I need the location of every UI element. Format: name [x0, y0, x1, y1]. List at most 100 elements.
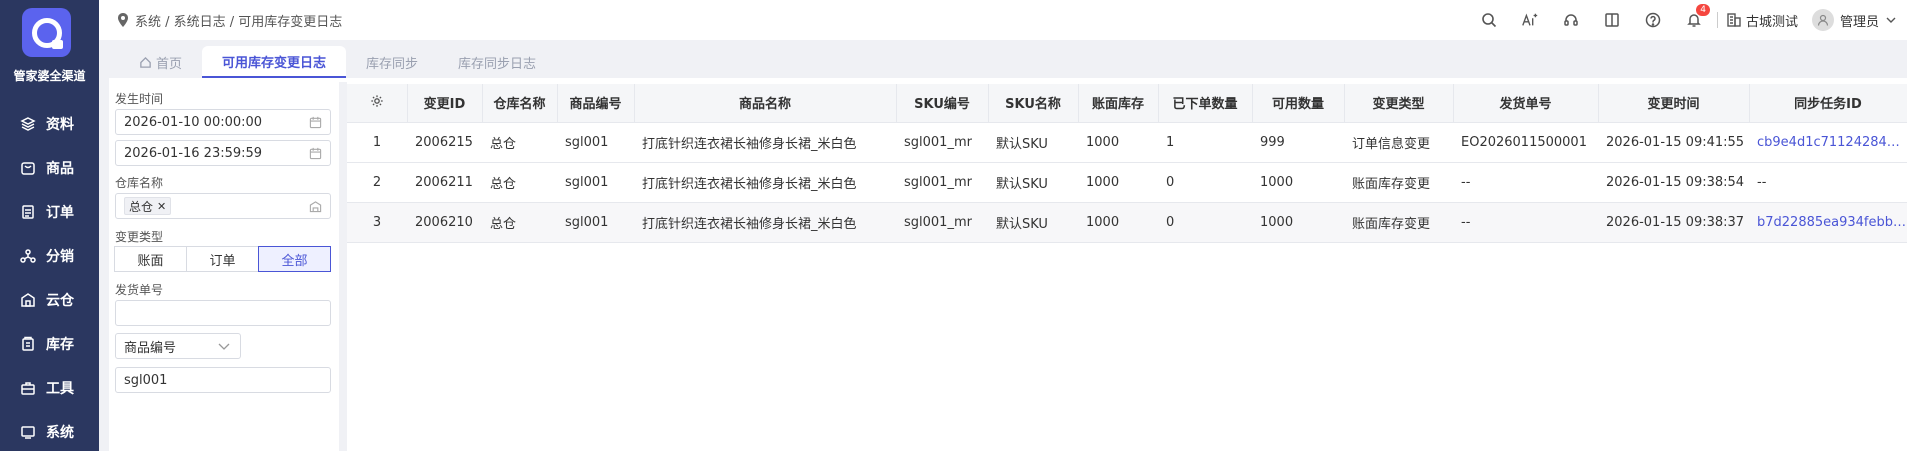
building-icon [1727, 13, 1741, 27]
product-field-value: 商品编号 [124, 340, 177, 356]
nav-item-shangpin[interactable]: 商品 [0, 146, 99, 190]
column-header[interactable]: 变更类型 [1344, 84, 1454, 123]
app-logo[interactable] [22, 8, 71, 57]
cell-product-name: 打底针织连衣裙长袖修身长裙_米白色 [634, 162, 896, 203]
warehouse-select[interactable]: 总仓 ✕ [115, 193, 331, 219]
nav-item-xitong[interactable]: 系统 [0, 410, 99, 454]
help-icon[interactable] [1644, 11, 1662, 29]
column-header[interactable]: 商品名称 [634, 84, 897, 123]
document-icon [22, 205, 34, 219]
tab-label: 首页 [156, 56, 183, 72]
avatar[interactable] [1811, 9, 1834, 31]
nav-label: 云仓 [46, 293, 74, 309]
sidebar: 管家婆全渠道 资料 商品 订单 分销 云仓 库存 工具 系统 [0, 0, 99, 451]
change-type-book[interactable]: 账面 [114, 246, 187, 272]
tab-home[interactable]: 首页 [119, 46, 202, 78]
row-index: 2 [347, 162, 407, 203]
nav-label: 资料 [46, 117, 74, 133]
tab-stock-sync-log[interactable]: 库存同步日志 [438, 46, 556, 78]
cell-ordered-qty: 1 [1158, 122, 1252, 163]
table-row[interactable]: 1 2006215 总仓 sgl001 打底针织连衣裙长袖修身长裙_米白色 sg… [347, 122, 1907, 163]
location-pin-icon [118, 13, 128, 27]
table-row[interactable]: 2 2006211 总仓 sgl001 打底针织连衣裙长袖修身长裙_米白色 sg… [347, 162, 1907, 203]
search-icon[interactable] [1480, 11, 1498, 29]
chevron-down-icon [1886, 17, 1896, 23]
column-header[interactable]: 已下单数量 [1158, 84, 1253, 123]
nav-label: 订单 [46, 205, 74, 221]
breadcrumb: 系统 / 系统日志 / 可用库存变更日志 [117, 11, 342, 30]
nav-label: 工具 [46, 381, 74, 397]
cell-ship-no: EO2026011500001 [1453, 122, 1598, 163]
column-header[interactable]: 发货单号 [1453, 84, 1599, 123]
ship-no-input[interactable] [115, 300, 331, 326]
cell-sku-code: sgl001_mr [896, 202, 988, 243]
cell-change-id: 2006215 [407, 122, 482, 163]
table-row[interactable]: 3 2006210 总仓 sgl001 打底针织连衣裙长袖修身长裙_米白色 sg… [347, 202, 1907, 243]
chevron-down-icon [218, 343, 230, 350]
cell-book-stock: 1000 [1078, 162, 1158, 203]
book-icon[interactable] [1603, 11, 1621, 29]
warehouse-icon [309, 201, 322, 213]
cell-sku-code: sgl001_mr [896, 162, 988, 203]
shop-name: 古城测试 [1745, 14, 1798, 30]
panel-divider [339, 82, 347, 451]
tab-label: 库存同步日志 [458, 56, 537, 72]
brand-name: 管家婆全渠道 [13, 69, 86, 83]
headset-icon[interactable] [1562, 11, 1580, 29]
divider [1716, 12, 1718, 28]
calendar-icon [309, 147, 322, 160]
home-icon [140, 56, 151, 68]
ai-icon[interactable] [1521, 11, 1539, 29]
cell-ordered-qty: 0 [1158, 202, 1252, 243]
column-header[interactable]: SKU名称 [988, 84, 1079, 123]
tab-label: 库存同步 [366, 56, 419, 72]
nav-label: 商品 [46, 161, 74, 177]
change-type-order[interactable]: 订单 [186, 246, 259, 272]
column-header[interactable]: 账面库存 [1078, 84, 1159, 123]
tab-stock-change-log[interactable]: 可用库存变更日志 [202, 46, 347, 78]
tab-stock-sync[interactable]: 库存同步 [346, 46, 438, 78]
breadcrumb-text: 系统 / 系统日志 / 可用库存变更日志 [135, 14, 343, 30]
cell-change-id: 2006210 [407, 202, 482, 243]
change-type-all[interactable]: 全部 [258, 246, 331, 272]
column-header[interactable]: SKU编号 [896, 84, 989, 123]
column-header[interactable]: 商品编号 [557, 84, 635, 123]
cell-ship-no: -- [1453, 202, 1598, 243]
nav-item-yuncang[interactable]: 云仓 [0, 278, 99, 322]
cell-sku-name: 默认SKU [988, 162, 1078, 203]
time-label: 发生时间 [115, 92, 164, 106]
column-settings-button[interactable] [347, 84, 408, 123]
user-menu[interactable]: 管理员 [1840, 11, 1897, 30]
end-time-input[interactable]: 2026-01-16 23:59:59 [115, 140, 331, 166]
warehouse-label: 仓库名称 [115, 176, 164, 190]
cell-sync-task-link[interactable]: cb9e4d1c71124284b5... [1749, 122, 1907, 163]
product-value-input[interactable]: sgl001 [115, 367, 331, 393]
nav-item-ziliao[interactable]: 资料 [0, 102, 99, 146]
cell-sync-task-id: -- [1749, 162, 1907, 203]
start-time-input[interactable]: 2026-01-10 00:00:00 [115, 109, 331, 135]
column-header[interactable]: 仓库名称 [482, 84, 558, 123]
nav-item-gongju[interactable]: 工具 [0, 366, 99, 410]
nav-label: 系统 [46, 425, 74, 441]
nav-item-dingdan[interactable]: 订单 [0, 190, 99, 234]
nav-item-fenxiao[interactable]: 分销 [0, 234, 99, 278]
close-icon[interactable]: ✕ [157, 200, 166, 213]
cell-change-type: 账面库存变更 [1344, 202, 1453, 243]
cell-product-code: sgl001 [557, 122, 634, 163]
column-header[interactable]: 可用数量 [1252, 84, 1345, 123]
inventory-icon [22, 336, 34, 351]
cell-change-time: 2026-01-15 09:38:37 [1598, 202, 1749, 243]
cell-sync-task-link[interactable]: b7d22885ea934febba... [1749, 202, 1907, 243]
cell-book-stock: 1000 [1078, 122, 1158, 163]
cell-warehouse: 总仓 [482, 162, 557, 203]
cell-ship-no: -- [1453, 162, 1598, 203]
bell-icon[interactable]: 4 [1685, 4, 1710, 29]
column-header[interactable]: 变更ID [407, 84, 483, 123]
shop-switcher[interactable]: 古城测试 [1726, 11, 1798, 30]
column-header[interactable]: 同步任务ID [1749, 84, 1907, 123]
warehouse-icon [21, 293, 35, 307]
product-field-select[interactable]: 商品编号 [115, 333, 241, 359]
start-time-value: 2026-01-10 00:00:00 [124, 114, 263, 130]
nav-item-kucun[interactable]: 库存 [0, 322, 99, 366]
column-header[interactable]: 变更时间 [1598, 84, 1750, 123]
